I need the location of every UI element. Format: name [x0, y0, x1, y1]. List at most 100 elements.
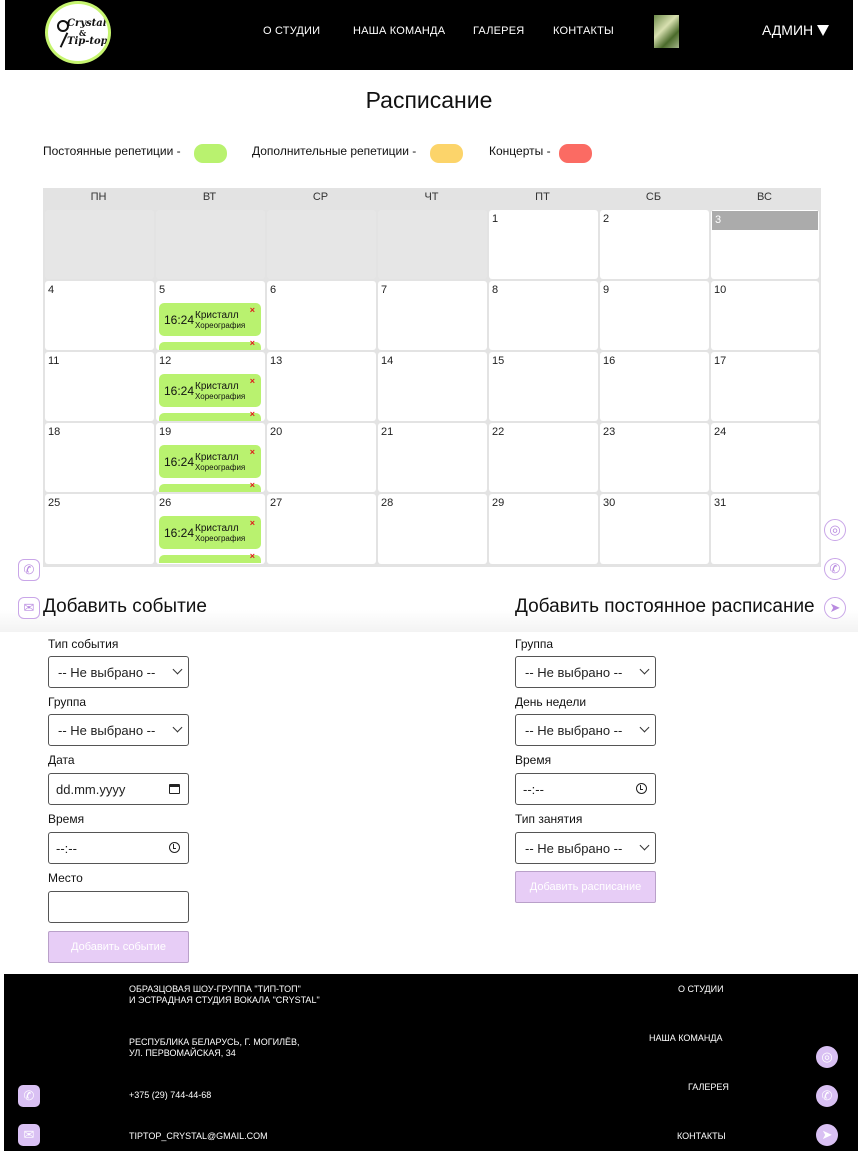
legend-concert-swatch — [559, 144, 592, 163]
calendar-day[interactable]: 29 — [489, 494, 598, 564]
calendar-day[interactable]: 16 — [600, 352, 709, 421]
calendar-day[interactable]: 9 — [600, 281, 709, 350]
telegram-icon[interactable]: ➤ — [816, 1124, 838, 1146]
add-schedule-button[interactable]: Добавить расписание — [515, 871, 656, 903]
schedule-group-label: Группа — [515, 637, 554, 651]
calendar-day[interactable]: 28 — [378, 494, 487, 564]
calendar-day[interactable]: 30 — [600, 494, 709, 564]
calendar-day[interactable]: 17 — [711, 352, 819, 421]
schedule-event-overflow[interactable]: × — [159, 551, 261, 563]
footer-org-line1: ОБРАЗЦОВАЯ ШОУ-ГРУППА "ТИП-ТОП" — [129, 984, 301, 994]
viber-icon[interactable]: ✆ — [816, 1085, 838, 1107]
nav-contacts[interactable]: КОНТАКТЫ — [553, 25, 614, 37]
delete-event-icon[interactable]: × — [250, 480, 255, 490]
schedule-group-select[interactable]: -- Не выбрано -- — [515, 656, 656, 688]
event-date-label: Дата — [48, 753, 75, 767]
day-number: 28 — [381, 497, 394, 509]
event-place-input[interactable] — [48, 891, 189, 923]
viber-icon[interactable]: ✆ — [824, 558, 846, 580]
footer-email[interactable]: TIPTOP_CRYSTAL@GMAIL.COM — [129, 1131, 268, 1142]
day-number: 13 — [270, 355, 283, 367]
calendar-day[interactable]: 10 — [711, 281, 819, 350]
calendar-day[interactable]: 7 — [378, 281, 487, 350]
nav-gallery[interactable]: ГАЛЕРЕЯ — [473, 25, 524, 37]
calendar-day[interactable]: 20 — [267, 423, 376, 492]
delete-event-icon[interactable]: × — [250, 551, 255, 561]
delete-event-icon[interactable]: × — [250, 376, 255, 386]
calendar-day[interactable]: 24 — [711, 423, 819, 492]
mail-icon[interactable]: ✉ — [18, 597, 40, 619]
schedule-day-select[interactable]: -- Не выбрано -- — [515, 714, 656, 746]
footer-phone[interactable]: +375 (29) 744-44-68 — [129, 1090, 211, 1101]
footer-link-about[interactable]: О СТУДИИ — [678, 984, 724, 994]
delete-event-icon[interactable]: × — [250, 305, 255, 315]
mail-icon[interactable]: ✉ — [18, 1124, 40, 1146]
calendar-day[interactable]: 18 — [45, 423, 154, 492]
calendar-day[interactable]: 8 — [489, 281, 598, 350]
add-event-button[interactable]: Добавить событие — [48, 931, 189, 963]
calendar-day[interactable]: 5 16:24 Кристалл Хореография × × — [156, 281, 265, 350]
schedule-event[interactable]: 16:24 Кристалл Хореография × — [159, 374, 261, 407]
calendar-day[interactable]: 15 — [489, 352, 598, 421]
phone-icon[interactable]: ✆ — [18, 1085, 40, 1107]
studio-logo[interactable]: Crystal & Tip-top — [45, 1, 111, 64]
calendar-day[interactable]: 27 — [267, 494, 376, 564]
schedule-event-overflow[interactable]: × — [159, 409, 261, 421]
calendar-day[interactable]: 25 — [45, 494, 154, 564]
footer-link-gallery[interactable]: ГАЛЕРЕЯ — [688, 1082, 729, 1092]
chevron-down-icon — [172, 722, 183, 733]
calendar-day-today[interactable]: 3 — [711, 210, 819, 279]
nav-about[interactable]: О СТУДИИ — [263, 25, 320, 37]
event-group-label: Группа — [48, 695, 87, 709]
footer-link-contacts[interactable]: КОНТАКТЫ — [677, 1131, 726, 1141]
user-avatar-photo[interactable] — [654, 15, 679, 48]
calendar-day[interactable]: 31 — [711, 494, 819, 564]
calendar-day[interactable]: 12 16:24 Кристалл Хореография × × — [156, 352, 265, 421]
clock-icon[interactable] — [169, 842, 180, 853]
schedule-event-overflow[interactable]: × — [159, 480, 261, 492]
delete-event-icon[interactable]: × — [250, 518, 255, 528]
logo-text-tiptop: Tip-top — [67, 36, 108, 47]
lesson-type-select[interactable]: -- Не выбрано -- — [515, 832, 656, 864]
admin-menu[interactable]: АДМИН — [762, 22, 830, 38]
event-group-select[interactable]: -- Не выбрано -- — [48, 714, 189, 746]
calendar-day[interactable]: 26 16:24 Кристалл Хореография × × — [156, 494, 265, 564]
calendar-day[interactable]: 2 — [600, 210, 709, 279]
schedule-event[interactable]: 16:24 Кристалл Хореография × — [159, 303, 261, 336]
calendar-day[interactable]: 1 — [489, 210, 598, 279]
schedule-event[interactable]: 16:24 Кристалл Хореография × — [159, 445, 261, 478]
phone-icon[interactable]: ✆ — [18, 559, 40, 581]
calendar-icon[interactable] — [169, 784, 180, 794]
event-type-value: -- Не выбрано -- — [58, 665, 156, 680]
instagram-icon[interactable]: ◎ — [816, 1046, 838, 1068]
calendar-day[interactable]: 19 16:24 Кристалл Хореография × × — [156, 423, 265, 492]
calendar-day[interactable]: 22 — [489, 423, 598, 492]
footer-address: РЕСПУБЛИКА БЕЛАРУСЬ, Г. МОГИЛЁВ, УЛ. ПЕР… — [129, 1037, 300, 1059]
event-date-input[interactable]: dd.mm.yyyy — [48, 773, 189, 805]
day-number: 8 — [492, 284, 499, 296]
event-type-select[interactable]: -- Не выбрано -- — [48, 656, 189, 688]
top-navbar: Crystal & Tip-top О СТУДИИ НАША КОМАНДА … — [5, 0, 853, 70]
calendar-day[interactable]: 13 — [267, 352, 376, 421]
add-event-title: Добавить событие — [43, 596, 207, 617]
schedule-time-input[interactable]: --:-- — [515, 773, 656, 805]
schedule-event[interactable]: 16:24 Кристалл Хореография × — [159, 516, 261, 549]
calendar-day[interactable]: 6 — [267, 281, 376, 350]
calendar-day[interactable]: 14 — [378, 352, 487, 421]
nav-team[interactable]: НАША КОМАНДА — [353, 25, 445, 37]
event-time-input[interactable]: --:-- — [48, 832, 189, 864]
delete-event-icon[interactable]: × — [250, 409, 255, 419]
telegram-icon[interactable]: ➤ — [824, 597, 846, 619]
chevron-down-icon — [639, 664, 650, 675]
delete-event-icon[interactable]: × — [250, 338, 255, 348]
day-number: 23 — [603, 426, 616, 438]
instagram-icon[interactable]: ◎ — [824, 519, 846, 541]
schedule-event-overflow[interactable]: × — [159, 338, 261, 350]
delete-event-icon[interactable]: × — [250, 447, 255, 457]
calendar-day[interactable]: 4 — [45, 281, 154, 350]
calendar-day[interactable]: 21 — [378, 423, 487, 492]
calendar-day[interactable]: 11 — [45, 352, 154, 421]
footer-link-team[interactable]: НАША КОМАНДА — [649, 1033, 723, 1043]
calendar-day[interactable]: 23 — [600, 423, 709, 492]
clock-icon[interactable] — [636, 783, 647, 794]
